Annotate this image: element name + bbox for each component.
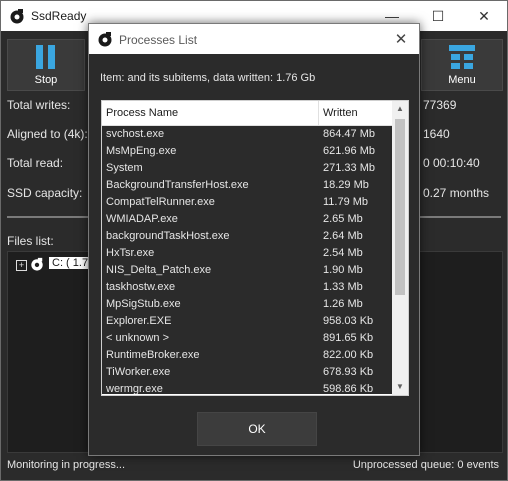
- menu-icon: [449, 45, 475, 69]
- close-icon: ✕: [394, 31, 408, 48]
- written-value: 891.65 Kb: [323, 332, 374, 344]
- column-header-name[interactable]: Process Name: [106, 107, 178, 119]
- list-row[interactable]: MsMpEng.exe 621.96 Mb: [102, 143, 392, 160]
- dialog-title: Processes List: [119, 33, 198, 47]
- close-icon: ✕: [478, 7, 490, 24]
- processes-dialog: Processes List ✕ Item: and its subitems,…: [88, 23, 420, 456]
- ssd-capacity-label: SSD capacity:: [7, 186, 83, 200]
- ok-button[interactable]: OK: [197, 412, 317, 446]
- disk-icon: [31, 257, 43, 271]
- maximize-icon: ☐: [431, 7, 445, 24]
- written-value: 2.54 Mb: [323, 247, 363, 259]
- process-name: MsMpEng.exe: [106, 145, 177, 157]
- list-row[interactable]: svchost.exe 864.47 Mb: [102, 126, 392, 143]
- list-header: Process Name Written: [102, 101, 392, 126]
- process-name: svchost.exe: [106, 128, 165, 140]
- maximize-button[interactable]: ☐: [415, 1, 461, 31]
- process-name: WMIADAP.exe: [106, 213, 178, 225]
- written-value: 864.47 Mb: [323, 128, 375, 140]
- menu-label: Menu: [448, 74, 476, 86]
- total-writes-value: 77369: [423, 98, 457, 112]
- written-value: 1.90 Mb: [323, 264, 363, 276]
- process-name: < unknown >: [106, 332, 169, 344]
- total-read-label: Total read:: [7, 156, 64, 170]
- app-title: SsdReady: [31, 9, 87, 23]
- aligned-label: Aligned to (4k):: [7, 127, 88, 141]
- vertical-scrollbar[interactable]: ▲ ▼: [392, 101, 408, 395]
- scroll-thumb[interactable]: [395, 119, 405, 295]
- process-name: TiWorker.exe: [106, 366, 171, 378]
- written-value: 11.79 Mb: [323, 196, 369, 208]
- list-row[interactable]: backgroundTaskHost.exe 2.64 Mb: [102, 228, 392, 245]
- list-row[interactable]: taskhostw.exe 1.33 Mb: [102, 279, 392, 296]
- process-name: wermgr.exe: [106, 383, 163, 394]
- app-logo-icon: [10, 9, 24, 24]
- column-header-written[interactable]: Written: [323, 107, 358, 119]
- list-body: svchost.exe 864.47 Mb MsMpEng.exe 621.96 M…: [102, 126, 392, 394]
- dialog-title-bar: Processes List ✕: [89, 24, 419, 54]
- total-writes-label: Total writes:: [7, 98, 71, 112]
- process-name: RuntimeBroker.exe: [106, 349, 200, 361]
- list-row[interactable]: System 271.33 Mb: [102, 160, 392, 177]
- scroll-up-icon[interactable]: ▲: [392, 101, 408, 117]
- list-row[interactable]: BackgroundTransferHost.exe 18.29 Mb: [102, 177, 392, 194]
- files-list-label: Files list:: [7, 234, 54, 248]
- process-name: MpSigStub.exe: [106, 298, 181, 310]
- column-divider[interactable]: [318, 101, 319, 125]
- written-value: 271.33 Mb: [323, 162, 375, 174]
- process-name: BackgroundTransferHost.exe: [106, 179, 249, 191]
- written-value: 2.65 Mb: [323, 213, 363, 225]
- process-name: HxTsr.exe: [106, 247, 155, 259]
- list-row[interactable]: HxTsr.exe 2.54 Mb: [102, 245, 392, 262]
- process-name: CompatTelRunner.exe: [106, 196, 215, 208]
- processes-list[interactable]: Process Name Written svchost.exe 864.47 M…: [101, 100, 409, 396]
- scroll-down-icon[interactable]: ▼: [392, 379, 408, 395]
- process-name: taskhostw.exe: [106, 281, 176, 293]
- app-logo-icon: [98, 32, 112, 47]
- list-row[interactable]: TiWorker.exe 678.93 Kb: [102, 364, 392, 381]
- written-value: 1.33 Mb: [323, 281, 363, 293]
- written-value: 18.29 Mb: [323, 179, 369, 191]
- written-value: 598.86 Kb: [323, 383, 374, 394]
- queue-status: Unprocessed queue: 0 events: [352, 459, 499, 471]
- stop-button[interactable]: Stop: [7, 39, 85, 91]
- list-row[interactable]: wermgr.exe 598.86 Kb: [102, 381, 392, 394]
- process-name: backgroundTaskHost.exe: [106, 230, 230, 242]
- pause-icon: [36, 45, 55, 69]
- menu-button[interactable]: Menu: [421, 39, 503, 91]
- aligned-value: 1640: [423, 127, 450, 141]
- written-value: 621.96 Mb: [323, 145, 375, 157]
- list-row[interactable]: CompatTelRunner.exe 11.79 Mb: [102, 194, 392, 211]
- stop-label: Stop: [34, 74, 58, 86]
- process-name: NIS_Delta_Patch.exe: [106, 264, 212, 276]
- list-row[interactable]: WMIADAP.exe 2.65 Mb: [102, 211, 392, 228]
- list-row[interactable]: RuntimeBroker.exe 822.00 Kb: [102, 347, 392, 364]
- ssd-capacity-value: 0.27 months: [423, 186, 490, 200]
- status-text: Monitoring in progress...: [7, 459, 125, 471]
- dialog-close-button[interactable]: ✕: [383, 24, 419, 54]
- list-row[interactable]: NIS_Delta_Patch.exe 1.90 Mb: [102, 262, 392, 279]
- close-button[interactable]: ✕: [461, 1, 507, 31]
- list-row[interactable]: MpSigStub.exe 1.26 Mb: [102, 296, 392, 313]
- tree-expand-icon[interactable]: +: [16, 260, 27, 271]
- list-row[interactable]: Explorer.EXE 958.03 Kb: [102, 313, 392, 330]
- process-name: Explorer.EXE: [106, 315, 172, 327]
- list-row[interactable]: < unknown > 891.65 Kb: [102, 330, 392, 347]
- written-value: 678.93 Kb: [323, 366, 374, 378]
- minimize-icon: —: [385, 8, 399, 24]
- tree-item-root[interactable]: C: ( 1.7: [49, 257, 92, 269]
- process-name: System: [106, 162, 143, 174]
- item-info: Item: and its subitems, data written: 1.…: [100, 72, 316, 84]
- total-read-value: 0 00:10:40: [423, 156, 480, 170]
- written-value: 958.03 Kb: [323, 315, 374, 327]
- written-value: 822.00 Kb: [323, 349, 374, 361]
- written-value: 1.26 Mb: [323, 298, 363, 310]
- written-value: 2.64 Mb: [323, 230, 363, 242]
